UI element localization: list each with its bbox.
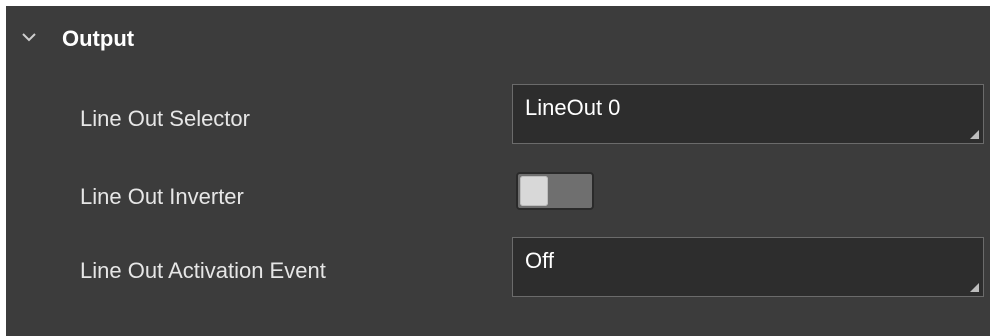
output-panel: Output Line Out Selector LineOut 0 Line … bbox=[6, 6, 990, 336]
line-out-selector-dropdown[interactable]: LineOut 0 bbox=[512, 84, 984, 144]
line-out-inverter-label: Line Out Inverter bbox=[80, 184, 244, 209]
line-out-selector-label: Line Out Selector bbox=[80, 106, 250, 131]
line-out-inverter-toggle[interactable] bbox=[516, 172, 594, 210]
line-out-activation-event-value: Off bbox=[525, 248, 554, 273]
line-out-activation-event-dropdown[interactable]: Off bbox=[512, 237, 984, 297]
toggle-knob bbox=[520, 176, 548, 206]
dropdown-corner-icon bbox=[970, 130, 979, 139]
line-out-activation-event-label: Line Out Activation Event bbox=[80, 258, 326, 283]
dropdown-corner-icon bbox=[970, 283, 979, 292]
section-header-output[interactable]: Output bbox=[6, 6, 990, 74]
line-out-selector-value: LineOut 0 bbox=[525, 95, 621, 120]
section-title: Output bbox=[62, 26, 135, 51]
chevron-down-icon[interactable] bbox=[20, 28, 38, 46]
